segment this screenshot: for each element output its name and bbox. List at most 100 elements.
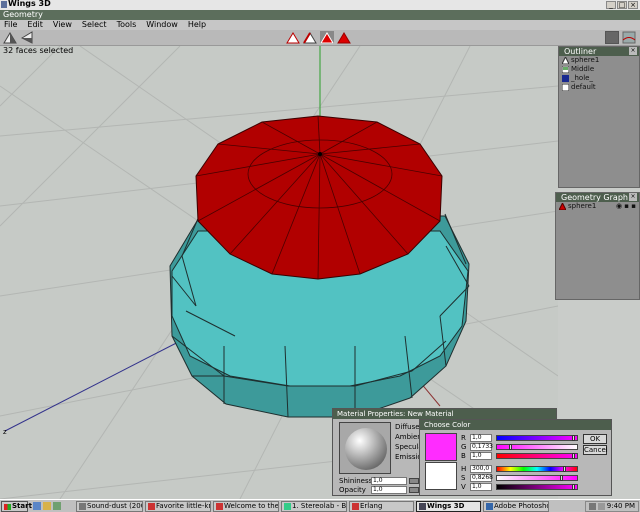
perspective-button[interactable] [20,31,34,44]
body-mode-button[interactable] [337,31,351,44]
ground-plane-icon [622,31,636,44]
menu-tools[interactable]: Tools [117,20,137,30]
r-slider[interactable] [496,435,578,441]
s-slider[interactable] [496,475,578,481]
desktop-quicklaunch-icon[interactable] [53,502,61,510]
vertex-mode-icon [286,32,300,44]
material-preview [339,422,391,474]
app-icon [284,503,291,510]
task-button[interactable]: Sound-dust (2001) [76,501,143,512]
menu-window[interactable]: Window [146,20,178,30]
outliner-item[interactable]: _hole_ [559,74,639,83]
opacity-slider[interactable] [409,487,419,493]
geometry-graph-header[interactable]: Geometry Graph × [556,193,639,202]
h-slider[interactable] [496,466,578,472]
app-icon [216,503,223,510]
cancel-button[interactable]: Cancel [583,445,608,455]
x-axis [4,335,191,432]
start-button[interactable]: Start [1,501,32,512]
shininess-field[interactable]: 1,0 [371,477,407,485]
material-icon [562,75,569,82]
app-title: Wings 3D [8,0,51,8]
selected-faces[interactable] [195,115,443,280]
app-icon [419,503,426,510]
s-field[interactable]: 0,8268 [470,474,493,482]
outliner-header[interactable]: Outliner × [559,47,639,56]
g-label: G [461,443,467,451]
ortho-view-button[interactable] [605,31,619,44]
b-label: B [461,452,466,460]
h-field[interactable]: 300,0 [470,465,492,473]
ortho-view-icon [606,32,618,43]
app-icon [148,503,155,510]
r-field[interactable]: 1,0 [470,434,492,442]
menu-edit[interactable]: Edit [27,20,43,30]
menu-help[interactable]: Help [188,20,206,30]
material-dialog-title[interactable]: Material Properties: New Material [333,409,556,419]
geometry-graph-close-icon[interactable]: × [629,193,637,201]
shininess-slider[interactable] [409,478,419,484]
close-button[interactable]: × [628,1,638,9]
app-icon [79,503,86,510]
axis-label-z: z [3,428,7,436]
v-slider[interactable] [496,484,578,490]
task-button[interactable]: Favorite little-know... [145,501,211,512]
menu-view[interactable]: View [53,20,72,30]
folder-quicklaunch-icon[interactable] [43,502,51,510]
browser-quicklaunch-icon[interactable] [33,502,41,510]
vertex-mode-button[interactable] [286,31,300,44]
material-sphere-preview [345,428,387,470]
task-button[interactable]: Welcome to the Art ... [213,501,279,512]
task-button[interactable]: 1. Stereolab - Black ... [281,501,347,512]
outliner-item[interactable]: sphere1 [559,56,639,65]
task-button-active[interactable]: Wings 3D [416,501,481,512]
smooth-preview-button[interactable] [3,31,17,44]
clock[interactable]: 9:40 PM [607,502,635,510]
task-button[interactable]: Adobe Photoshop [483,501,549,512]
menu-select[interactable]: Select [82,20,107,30]
quick-launch [33,502,73,511]
g-field[interactable]: 0,1733 [470,443,493,451]
old-color-swatch [425,462,457,490]
opacity-field[interactable]: 1,0 [371,486,407,494]
outliner-item[interactable]: Middle [559,65,639,74]
selection-status: 32 faces selected [3,46,74,55]
opacity-label: Opacity [339,486,366,494]
image-icon [562,66,569,73]
geometry-graph-title: Geometry Graph [561,193,628,202]
minimize-button[interactable]: _ [606,1,616,9]
geometry-window-title: Geometry [0,10,640,20]
menu-file[interactable]: File [4,20,17,30]
outliner-title: Outliner [564,47,597,56]
body-mode-icon [337,32,351,44]
choose-color-dialog: Choose Color R 1,0 G 0,1733 B 1,0 H 300,… [419,419,612,496]
toolbar [0,30,640,46]
ground-plane-button[interactable] [622,31,636,44]
system-tray: 9:40 PM [585,501,639,512]
tray-volume-icon[interactable] [598,503,605,510]
app-icon [486,503,493,510]
diffuse-label[interactable]: Diffuse [395,423,420,431]
menu-bar: File Edit View Select Tools Window Help [0,20,640,30]
visibility-eye-icon[interactable]: ◉ ▪ ▪ [616,202,636,211]
tray-network-icon[interactable] [589,503,596,510]
v-field[interactable]: 1,0 [470,483,492,491]
maximize-button[interactable]: □ [617,1,627,9]
s-label: S [461,474,466,482]
material-icon [562,84,569,91]
shininess-label: Shininess [339,477,373,485]
outliner-item[interactable]: default [559,83,639,92]
color-dialog-title[interactable]: Choose Color [420,420,611,430]
face-mode-button[interactable] [320,31,334,44]
graph-item-sphere1[interactable]: sphere1 ◉ ▪ ▪ [556,202,639,211]
b-field[interactable]: 1,0 [470,452,492,460]
geometry-graph-panel: Geometry Graph × sphere1 ◉ ▪ ▪ [555,192,640,300]
ok-button[interactable]: OK [583,434,607,444]
new-color-swatch [425,433,457,461]
taskbar: Start Sound-dust (2001) Favorite little-… [0,499,640,512]
outliner-close-icon[interactable]: × [629,47,637,55]
edge-mode-button[interactable] [303,31,317,44]
g-slider[interactable] [496,444,578,450]
task-button[interactable]: Erlang [349,501,414,512]
b-slider[interactable] [496,453,578,459]
